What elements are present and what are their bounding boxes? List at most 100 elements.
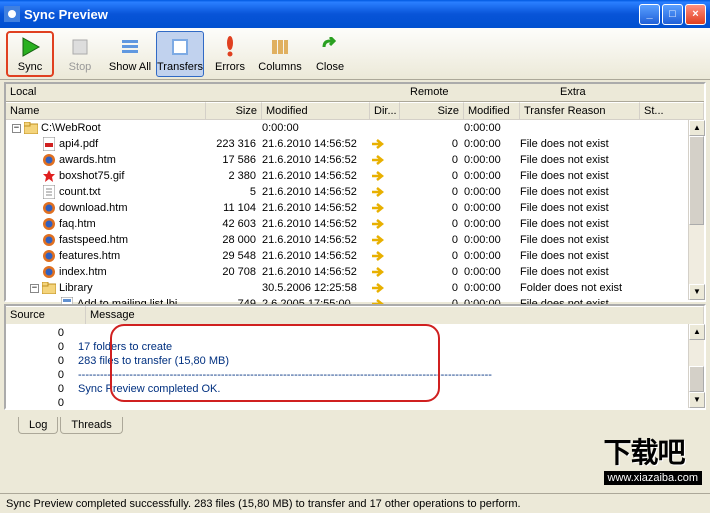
file-modified: 21.6.2010 14:56:52: [262, 138, 370, 150]
file-modified: 21.6.2010 14:56:52: [262, 250, 370, 262]
table-row[interactable]: faq.htm42 60321.6.2010 14:56:5200:00:00F…: [6, 216, 704, 232]
vertical-scrollbar[interactable]: ▲ ▼: [688, 120, 704, 300]
file-modified: 21.6.2010 14:56:52: [262, 170, 370, 182]
file-rows[interactable]: −C:\WebRoot0:00:000:00:00api4.pdf223 316…: [6, 120, 704, 328]
table-row[interactable]: boxshot75.gif2 38021.6.2010 14:56:5200:0…: [6, 168, 704, 184]
file-list-panel: Local Remote Extra Name Size Modified Di…: [4, 82, 706, 302]
col-name[interactable]: Name: [6, 102, 206, 119]
close-window-button[interactable]: ×: [685, 4, 706, 25]
tab-threads[interactable]: Threads: [60, 417, 122, 434]
message-row[interactable]: 0---------------------------------------…: [8, 368, 702, 382]
tab-log[interactable]: Log: [18, 417, 58, 434]
show-all-button[interactable]: Show All: [106, 31, 154, 77]
col-transfer-reason[interactable]: Transfer Reason: [520, 102, 640, 119]
message-text: ----------------------------------------…: [78, 369, 702, 381]
scroll-down-button[interactable]: ▼: [689, 392, 705, 408]
remote-size: 0: [400, 154, 464, 166]
table-row[interactable]: −C:\WebRoot0:00:000:00:00: [6, 120, 704, 136]
remote-modified: 0:00:00: [464, 186, 520, 198]
message-row[interactable]: 0283 files to transfer (15,80 MB): [8, 354, 702, 368]
stop-button[interactable]: Stop: [56, 31, 104, 77]
table-row[interactable]: download.htm11 10421.6.2010 14:56:5200:0…: [6, 200, 704, 216]
scroll-thumb[interactable]: [689, 366, 704, 392]
col-source[interactable]: Source: [6, 306, 86, 324]
list-icon: [118, 35, 142, 59]
table-row[interactable]: index.htm20 70821.6.2010 14:56:5200:00:0…: [6, 264, 704, 280]
remote-modified: 0:00:00: [464, 282, 520, 294]
table-row[interactable]: api4.pdf223 31621.6.2010 14:56:5200:00:0…: [6, 136, 704, 152]
message-list[interactable]: 0017 folders to create0283 files to tran…: [6, 324, 704, 408]
file-icon: [42, 217, 56, 231]
transfers-icon: [168, 35, 192, 59]
remote-modified: 0:00:00: [464, 234, 520, 246]
scroll-up-button[interactable]: ▲: [689, 324, 705, 340]
columns-button[interactable]: Columns: [256, 31, 304, 77]
col-remote-modified[interactable]: Modified: [464, 102, 520, 119]
play-icon: [18, 35, 42, 59]
col-modified[interactable]: Modified: [262, 102, 370, 119]
file-size: 29 548: [206, 250, 262, 262]
message-scrollbar[interactable]: ▲ ▼: [688, 324, 704, 408]
message-row[interactable]: 0Sync Preview completed OK.: [8, 382, 702, 396]
file-icon: [42, 169, 56, 183]
titlebar: Sync Preview _ □ ×: [0, 0, 710, 28]
watermark: 下载吧 www.xiazaiba.com: [604, 431, 702, 485]
remote-modified: 0:00:00: [464, 170, 520, 182]
table-row[interactable]: count.txt521.6.2010 14:56:5200:00:00File…: [6, 184, 704, 200]
message-source: 0: [8, 383, 78, 395]
errors-button[interactable]: Errors: [206, 31, 254, 77]
table-row[interactable]: −Library30.5.2006 12:25:5800:00:00Folder…: [6, 280, 704, 296]
transfer-reason: File does not exist: [520, 218, 640, 230]
remote-size: 0: [400, 138, 464, 150]
file-icon: [24, 121, 38, 135]
file-modified: 21.6.2010 14:56:52: [262, 234, 370, 246]
maximize-button[interactable]: □: [662, 4, 683, 25]
transfers-button[interactable]: Transfers: [156, 31, 204, 77]
remote-size: 0: [400, 202, 464, 214]
table-row[interactable]: features.htm29 54821.6.2010 14:56:5200:0…: [6, 248, 704, 264]
remote-modified: 0:00:00: [464, 250, 520, 262]
col-status[interactable]: St...: [640, 102, 704, 119]
panel-header-extra: Extra: [556, 84, 704, 102]
message-source: 0: [8, 341, 78, 353]
scroll-down-button[interactable]: ▼: [689, 284, 705, 300]
direction-icon: [370, 187, 400, 197]
message-row[interactable]: 0: [8, 326, 702, 340]
message-source: 0: [8, 369, 78, 381]
tree-expander[interactable]: −: [12, 124, 21, 133]
transfer-reason: Folder does not exist: [520, 282, 640, 294]
toolbar: Sync Stop Show All Transfers Errors Colu…: [0, 28, 710, 80]
table-row[interactable]: fastspeed.htm28 00021.6.2010 14:56:5200:…: [6, 232, 704, 248]
file-size: 42 603: [206, 218, 262, 230]
direction-icon: [370, 203, 400, 213]
col-size[interactable]: Size: [206, 102, 262, 119]
col-direction[interactable]: Dir...: [370, 102, 400, 119]
col-remote-size[interactable]: Size: [400, 102, 464, 119]
tabs: Log Threads: [4, 412, 706, 434]
message-row[interactable]: 0: [8, 396, 702, 408]
direction-icon: [370, 155, 400, 165]
message-row[interactable]: 017 folders to create: [8, 340, 702, 354]
sync-button[interactable]: Sync: [6, 31, 54, 77]
scroll-thumb[interactable]: [689, 136, 704, 225]
file-icon: [42, 249, 56, 263]
remote-modified: 0:00:00: [464, 218, 520, 230]
close-button[interactable]: Close: [306, 31, 354, 77]
file-modified: 0:00:00: [262, 122, 370, 134]
error-icon: [218, 35, 242, 59]
remote-size: 0: [400, 186, 464, 198]
transfer-reason: File does not exist: [520, 138, 640, 150]
remote-modified: 0:00:00: [464, 138, 520, 150]
scroll-up-button[interactable]: ▲: [689, 120, 705, 136]
app-icon: [4, 6, 20, 22]
direction-icon: [370, 139, 400, 149]
col-message[interactable]: Message: [86, 306, 704, 324]
table-row[interactable]: awards.htm17 58621.6.2010 14:56:5200:00:…: [6, 152, 704, 168]
minimize-button[interactable]: _: [639, 4, 660, 25]
message-panel: Source Message 0017 folders to create028…: [4, 304, 706, 410]
file-icon: [42, 265, 56, 279]
file-icon: [42, 201, 56, 215]
transfer-reason: File does not exist: [520, 250, 640, 262]
tree-expander[interactable]: −: [30, 284, 39, 293]
file-name: index.htm: [59, 266, 107, 278]
